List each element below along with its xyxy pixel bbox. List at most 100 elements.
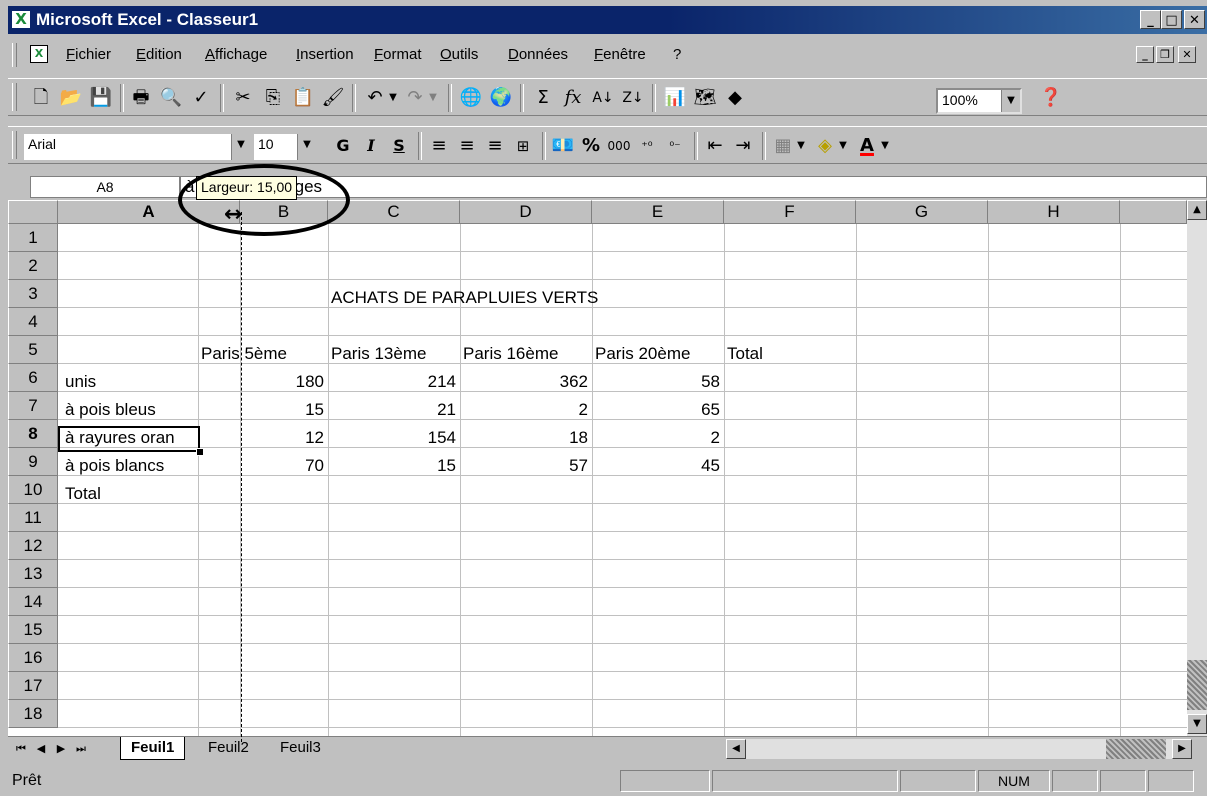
menu-fichier[interactable]: Fichier <box>66 46 111 63</box>
header-paris-13[interactable]: Paris 13ème <box>328 342 426 366</box>
row-header[interactable]: 4 <box>8 308 58 336</box>
merge-center-icon[interactable]: ⊞ <box>510 134 536 158</box>
thousands-button[interactable]: 000 <box>606 134 632 158</box>
menu-grip[interactable] <box>12 43 17 67</box>
row-header[interactable]: 10 <box>8 476 58 504</box>
spreadsheet-grid[interactable]: A B C D E F G H 1 2 3 4 5 6 7 8 9 10 11 12 13 14 15 16 1… <box>8 200 1187 736</box>
data-cell[interactable]: 214 <box>328 370 460 394</box>
data-cell[interactable]: 15 <box>328 454 460 478</box>
data-cell[interactable]: 180 <box>240 370 328 394</box>
table-title[interactable]: ACHATS DE PARAPLUIES VERTS <box>328 286 598 310</box>
scroll-left-icon[interactable]: ◀ <box>726 739 746 759</box>
workbook-icon[interactable]: X <box>30 45 48 63</box>
increase-decimal-icon[interactable]: ⁺⁰ <box>634 134 660 158</box>
zoom-select[interactable]: 100% ▼ <box>936 88 1022 114</box>
row-label[interactable]: à pois blancs <box>62 454 164 478</box>
fill-dropdown-icon[interactable]: ▼ <box>836 134 850 158</box>
horizontal-scrollbar[interactable]: ◀ ▶ <box>726 739 1192 759</box>
align-center-icon[interactable]: ≡ <box>454 134 480 158</box>
row-label[interactable]: à pois bleus <box>62 398 156 422</box>
total-label[interactable]: Total <box>62 482 101 506</box>
copy-icon[interactable]: ⎘ <box>260 86 286 110</box>
percent-button[interactable]: % <box>578 134 604 158</box>
menu-format[interactable]: Format <box>374 46 422 63</box>
menu-fenetre[interactable]: Fenêtre <box>594 46 646 63</box>
row-header[interactable]: 6 <box>8 364 58 392</box>
row-header[interactable]: 14 <box>8 588 58 616</box>
vertical-scroll-thumb[interactable] <box>1187 660 1207 710</box>
data-cell[interactable]: 45 <box>592 454 724 478</box>
toolbar-grip[interactable] <box>12 83 17 111</box>
row-header[interactable]: 9 <box>8 448 58 476</box>
paste-icon[interactable]: 📋 <box>290 86 316 110</box>
decrease-indent-icon[interactable]: ⇤ <box>702 134 728 158</box>
menu-outils[interactable]: Outils <box>440 46 478 63</box>
print-preview-icon[interactable]: 🔍 <box>158 86 184 110</box>
scroll-up-icon[interactable]: ▲ <box>1187 200 1207 220</box>
function-icon[interactable]: fx <box>560 86 586 110</box>
decrease-decimal-icon[interactable]: ⁰⁻ <box>662 134 688 158</box>
font-name-select[interactable]: Arial ▼ <box>24 134 250 160</box>
bold-button[interactable]: G <box>330 134 356 158</box>
chart-wizard-icon[interactable]: 📊 <box>662 86 688 110</box>
row-header[interactable]: 18 <box>8 700 58 728</box>
scroll-down-icon[interactable]: ▼ <box>1187 714 1207 734</box>
font-size-select[interactable]: 10 ▼ <box>254 134 316 160</box>
row-header[interactable]: 11 <box>8 504 58 532</box>
minimize-button[interactable]: _ <box>1140 10 1161 29</box>
chevron-down-icon[interactable]: ▼ <box>297 134 316 160</box>
row-header[interactable]: 16 <box>8 644 58 672</box>
data-cell[interactable]: 15 <box>240 398 328 422</box>
data-cell[interactable]: 12 <box>240 426 328 450</box>
autosum-icon[interactable]: Σ <box>530 86 556 110</box>
row-label[interactable]: unis <box>62 370 96 394</box>
undo-dropdown-icon[interactable]: ▼ <box>386 86 400 110</box>
close-button[interactable]: ✕ <box>1184 10 1205 29</box>
row-header[interactable]: 13 <box>8 560 58 588</box>
data-cell[interactable]: 21 <box>328 398 460 422</box>
doc-minimize-button[interactable]: _ <box>1136 46 1154 63</box>
row-header[interactable]: 7 <box>8 392 58 420</box>
column-header-h[interactable]: H <box>988 200 1120 224</box>
header-paris-20[interactable]: Paris 20ème <box>592 342 690 366</box>
maximize-button[interactable]: □ <box>1161 10 1182 29</box>
save-icon[interactable]: 💾 <box>88 86 114 110</box>
menu-help[interactable]: ? <box>673 46 681 63</box>
data-cell[interactable]: 57 <box>460 454 592 478</box>
horizontal-scroll-thumb[interactable] <box>1106 739 1166 759</box>
chevron-down-icon[interactable]: ▼ <box>231 134 250 160</box>
excel-logo-icon[interactable]: X <box>12 11 30 28</box>
data-cell[interactable]: 70 <box>240 454 328 478</box>
header-paris-5[interactable]: Paris 5ème <box>198 342 287 366</box>
row-header[interactable]: 5 <box>8 336 58 364</box>
select-all-button[interactable] <box>8 200 58 224</box>
toolbar-grip[interactable] <box>12 131 17 159</box>
cut-icon[interactable]: ✂ <box>230 86 256 110</box>
hyperlink-icon[interactable]: 🌐 <box>458 86 484 110</box>
prev-sheet-icon[interactable]: ◀ <box>32 740 50 758</box>
sort-ascending-icon[interactable]: A↓ <box>590 86 616 110</box>
data-cell[interactable]: 58 <box>592 370 724 394</box>
row-header[interactable]: 15 <box>8 616 58 644</box>
borders-dropdown-icon[interactable]: ▼ <box>794 134 808 158</box>
chevron-down-icon[interactable]: ▼ <box>1001 90 1020 112</box>
sheet-tab-feuil2[interactable]: Feuil2 <box>198 737 259 759</box>
scroll-right-icon[interactable]: ▶ <box>1172 739 1192 759</box>
column-header-f[interactable]: F <box>724 200 856 224</box>
sheet-tab-feuil1[interactable]: Feuil1 <box>120 737 186 760</box>
data-cell[interactable]: 154 <box>328 426 460 450</box>
sort-descending-icon[interactable]: Z↓ <box>620 86 646 110</box>
align-left-icon[interactable]: ≡ <box>426 134 452 158</box>
increase-indent-icon[interactable]: ⇥ <box>730 134 756 158</box>
header-paris-16[interactable]: Paris 16ème <box>460 342 558 366</box>
fill-color-icon[interactable]: ◈ <box>812 134 838 158</box>
column-header-d[interactable]: D <box>460 200 592 224</box>
italic-button[interactable]: I <box>358 134 384 158</box>
first-sheet-icon[interactable]: ⏮ <box>12 740 30 758</box>
new-icon[interactable]: 🗋 <box>28 86 54 110</box>
sheet-tab-feuil3[interactable]: Feuil3 <box>270 737 331 759</box>
menu-insertion[interactable]: Insertion <box>296 46 354 63</box>
row-header[interactable]: 1 <box>8 224 58 252</box>
doc-restore-button[interactable]: ❐ <box>1156 46 1174 63</box>
data-cell[interactable]: 362 <box>460 370 592 394</box>
